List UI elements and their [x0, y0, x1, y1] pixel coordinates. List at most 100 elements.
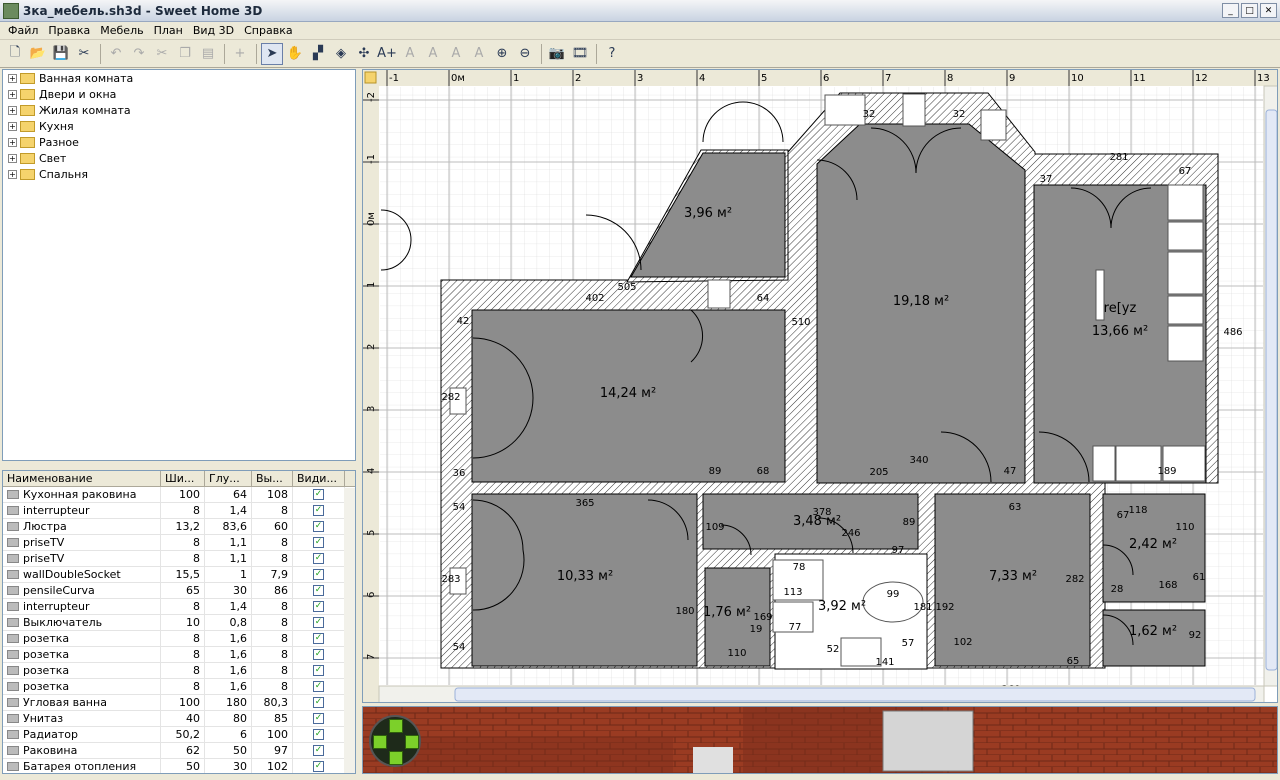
table-row[interactable]: Раковина 62 50 97 ✓ [3, 743, 355, 759]
add-furniture-icon[interactable]: + [229, 43, 251, 65]
navigation-control[interactable] [369, 715, 421, 767]
catalog-category[interactable]: + Двери и окна [3, 86, 355, 102]
table-row[interactable]: priseTV 8 1,1 8 ✓ [3, 551, 355, 567]
zoom-out-icon[interactable]: ⊖ [514, 43, 536, 65]
catalog-category[interactable]: + Жилая комната [3, 102, 355, 118]
visible-checkbox[interactable]: ✓ [313, 601, 324, 612]
3d-view[interactable] [362, 706, 1278, 774]
nav-down-arrow-icon[interactable] [389, 751, 403, 765]
visible-checkbox[interactable]: ✓ [313, 761, 324, 772]
menu-file[interactable]: Файл [3, 24, 43, 37]
table-row[interactable]: Унитаз 40 80 85 ✓ [3, 711, 355, 727]
column-width[interactable]: Ши... [161, 471, 205, 486]
visible-checkbox[interactable]: ✓ [313, 585, 324, 596]
minimize-button[interactable]: _ [1222, 3, 1239, 18]
visible-checkbox[interactable]: ✓ [313, 521, 324, 532]
visible-checkbox[interactable]: ✓ [313, 633, 324, 644]
expand-icon[interactable]: + [8, 121, 17, 131]
visible-checkbox[interactable]: ✓ [313, 697, 324, 708]
select-mode-icon[interactable]: ➤ [261, 42, 283, 65]
nav-right-arrow-icon[interactable] [405, 735, 419, 749]
splitter[interactable] [2, 462, 356, 468]
visible-checkbox[interactable]: ✓ [313, 649, 324, 660]
table-row[interactable]: Люстра 13,2 83,6 60 ✓ [3, 519, 355, 535]
plan-canvas[interactable]: 3,96 м² 19,18 м² re[yz 13,66 м² 14,24 м²… [363, 70, 1278, 703]
table-row[interactable]: interrupteur 8 1,4 8 ✓ [3, 599, 355, 615]
create-photo-icon[interactable]: 📷 [546, 43, 568, 65]
expand-icon[interactable]: + [8, 153, 17, 163]
copy-icon[interactable]: ❐ [174, 43, 196, 65]
redo-icon[interactable]: ↷ [128, 43, 150, 65]
visible-checkbox[interactable]: ✓ [313, 681, 324, 692]
visible-checkbox[interactable]: ✓ [313, 617, 324, 628]
visible-checkbox[interactable]: ✓ [313, 745, 324, 756]
column-name[interactable]: Наименование [3, 471, 161, 486]
column-depth[interactable]: Глу... [205, 471, 252, 486]
text-smaller-icon[interactable]: A [468, 43, 490, 65]
table-row[interactable]: priseTV 8 1,1 8 ✓ [3, 535, 355, 551]
nav-left-arrow-icon[interactable] [373, 735, 387, 749]
create-walls-icon[interactable]: ▞ [307, 43, 329, 65]
open-icon[interactable]: 📂 [27, 43, 49, 65]
table-row[interactable]: розетка 8 1,6 8 ✓ [3, 631, 355, 647]
catalog-category[interactable]: + Кухня [3, 118, 355, 134]
text-bold-icon[interactable]: A [399, 43, 421, 65]
table-row[interactable]: interrupteur 8 1,4 8 ✓ [3, 503, 355, 519]
menu-edit[interactable]: Правка [43, 24, 95, 37]
nav-up-arrow-icon[interactable] [389, 719, 403, 733]
table-scrollbar[interactable] [344, 488, 355, 773]
add-text-icon[interactable]: A+ [376, 43, 398, 65]
table-row[interactable]: Угловая ванна 100 180 80,3 ✓ [3, 695, 355, 711]
visible-checkbox[interactable]: ✓ [313, 713, 324, 724]
close-button[interactable]: ✕ [1260, 3, 1277, 18]
table-row[interactable]: Радиатор 50,2 6 100 ✓ [3, 727, 355, 743]
visible-checkbox[interactable]: ✓ [313, 505, 324, 516]
undo-icon[interactable]: ↶ [105, 43, 127, 65]
column-visible[interactable]: Види... [293, 471, 345, 486]
create-video-icon[interactable]: 🎞 [569, 43, 591, 65]
visible-checkbox[interactable]: ✓ [313, 553, 324, 564]
table-row[interactable]: розетка 8 1,6 8 ✓ [3, 647, 355, 663]
menu-3d-view[interactable]: Вид 3D [188, 24, 239, 37]
expand-icon[interactable]: + [8, 169, 17, 179]
expand-icon[interactable]: + [8, 137, 17, 147]
new-file-icon[interactable]: 🗋 [4, 43, 26, 65]
visible-checkbox[interactable]: ✓ [313, 537, 324, 548]
catalog-category[interactable]: + Спальня [3, 166, 355, 182]
menu-plan[interactable]: План [149, 24, 188, 37]
column-height[interactable]: Вы... [252, 471, 293, 486]
expand-icon[interactable]: + [8, 105, 17, 115]
table-row[interactable]: Выключатель 10 0,8 8 ✓ [3, 615, 355, 631]
expand-icon[interactable]: + [8, 89, 17, 99]
plan-horizontal-thumb[interactable] [454, 687, 1256, 702]
preferences-icon[interactable]: ✂ [73, 43, 95, 65]
table-row[interactable]: pensileCurva 65 30 86 ✓ [3, 583, 355, 599]
catalog-category[interactable]: + Разное [3, 134, 355, 150]
visible-checkbox[interactable]: ✓ [313, 665, 324, 676]
menu-help[interactable]: Справка [239, 24, 297, 37]
visible-checkbox[interactable]: ✓ [313, 489, 324, 500]
table-row[interactable]: розетка 8 1,6 8 ✓ [3, 679, 355, 695]
create-dimensions-icon[interactable]: ✣ [353, 43, 375, 65]
pan-mode-icon[interactable]: ✋ [284, 43, 306, 65]
text-larger-icon[interactable]: A [445, 43, 467, 65]
save-icon[interactable]: 💾 [50, 43, 72, 65]
table-row[interactable]: Батарея отопления 50 30 102 ✓ [3, 759, 355, 773]
table-row[interactable]: Кухонная раковина 100 64 108 ✓ [3, 487, 355, 503]
plan-view[interactable]: 3,96 м² 19,18 м² re[yz 13,66 м² 14,24 м²… [362, 69, 1278, 703]
create-rooms-icon[interactable]: ◈ [330, 43, 352, 65]
paste-icon[interactable]: ▤ [197, 43, 219, 65]
cut-icon[interactable]: ✂ [151, 43, 173, 65]
table-row[interactable]: розетка 8 1,6 8 ✓ [3, 663, 355, 679]
help-icon[interactable]: ? [601, 43, 623, 65]
expand-icon[interactable]: + [8, 73, 17, 83]
plan-vertical-thumb[interactable] [1265, 109, 1277, 671]
visible-checkbox[interactable]: ✓ [313, 569, 324, 580]
table-row[interactable]: wallDoubleSocket 15,5 1 7,9 ✓ [3, 567, 355, 583]
menu-furniture[interactable]: Мебель [95, 24, 148, 37]
catalog-category[interactable]: + Ванная комната [3, 70, 355, 86]
maximize-button[interactable]: □ [1241, 3, 1258, 18]
text-italic-icon[interactable]: A [422, 43, 444, 65]
visible-checkbox[interactable]: ✓ [313, 729, 324, 740]
catalog-category[interactable]: + Свет [3, 150, 355, 166]
